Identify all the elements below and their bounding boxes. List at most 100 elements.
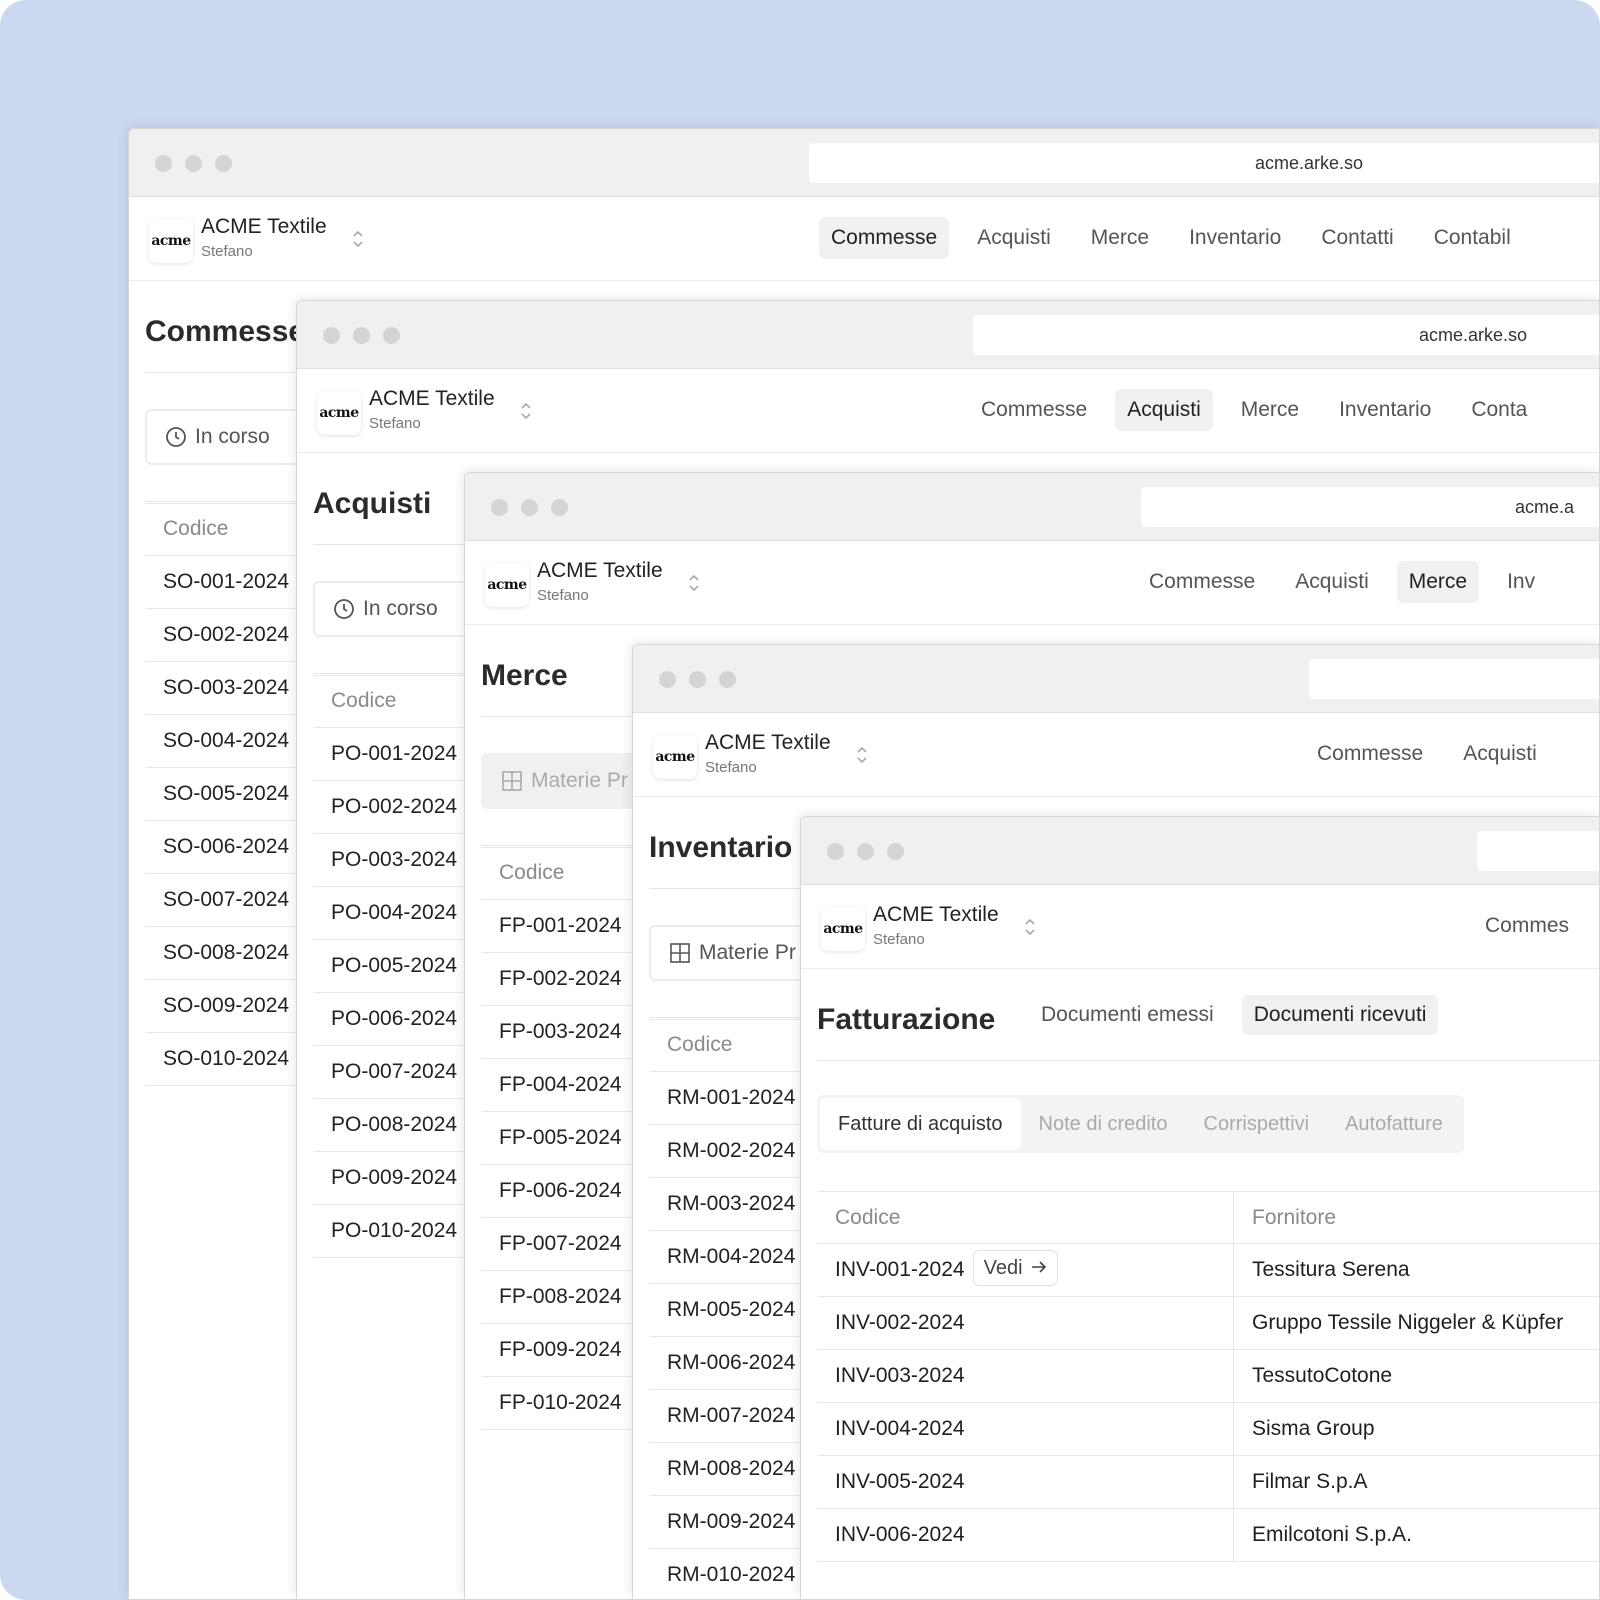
invoice-code-cell: INV-002-2024 (817, 1297, 1234, 1350)
segment-corrispettivi[interactable]: Corrispettivi (1186, 1098, 1328, 1150)
column-header-codice[interactable]: Codice (667, 1033, 732, 1057)
nav-item-contatti[interactable]: Contatti (1309, 217, 1405, 259)
invoice-code-cell: INV-005-2024 (817, 1456, 1234, 1509)
table-row[interactable]: INV-005-2024 Filmar S.p.A (817, 1456, 1599, 1509)
maximize-dot[interactable] (551, 499, 568, 516)
nav-item-commesse[interactable]: Commesse (1305, 733, 1435, 775)
close-dot[interactable] (155, 155, 172, 172)
nav-item-commesse[interactable]: Commesse (819, 217, 950, 259)
segment-note-di-credito[interactable]: Note di credito (1021, 1098, 1186, 1150)
app-header: acme ACME Textile Stefano Commesse Acquisti M… (465, 541, 1599, 625)
table-row[interactable]: INV-002-2024 Gruppo Tessile Niggeler & Kü… (817, 1297, 1599, 1350)
window-chrome (801, 817, 1599, 885)
maximize-dot[interactable] (383, 327, 400, 344)
page-title: Inventario (649, 831, 793, 864)
minimize-dot[interactable] (353, 327, 370, 344)
chevron-updown-icon[interactable] (687, 571, 701, 595)
tab-documenti-ricevuti[interactable]: Documenti ricevuti (1241, 995, 1439, 1035)
supplier-cell: Gruppo Tessile Niggeler & Küpfer (1252, 1311, 1564, 1334)
nav-item-merce[interactable]: Merce (1396, 561, 1480, 603)
close-dot[interactable] (659, 671, 676, 688)
chevron-updown-icon[interactable] (351, 227, 365, 251)
segment-autofatture[interactable]: Autofatture (1327, 1098, 1461, 1150)
supplier-cell: TessutoCotone (1252, 1364, 1393, 1387)
address-bar[interactable] (1477, 831, 1599, 871)
chevron-updown-icon[interactable] (519, 399, 533, 423)
nav-item-acquisti[interactable]: Acquisti (1115, 389, 1213, 431)
column-header-codice[interactable]: Codice (331, 689, 396, 713)
table-header: Codice Fornitore (817, 1191, 1599, 1245)
column-header-codice[interactable]: Codice (163, 517, 228, 541)
supplier-cell: Tessitura Serena (1252, 1258, 1410, 1281)
grid-icon (501, 770, 523, 792)
nav-item-contabil[interactable]: Contabil (1422, 217, 1523, 259)
column-header-codice[interactable]: Codice (817, 1192, 1234, 1245)
app-header: acme ACME Textile Stefano Commesse Acquisti M… (297, 369, 1599, 453)
minimize-dot[interactable] (689, 671, 706, 688)
table-row[interactable]: INV-006-2024 Emilcotoni S.p.A. (817, 1509, 1599, 1562)
supplier-cell: Emilcotoni S.p.A. (1252, 1523, 1412, 1546)
browser-window-5: acme ACME Textile Stefano Commes Fatturazion… (800, 816, 1600, 1600)
table-row[interactable]: INV-003-2024 TessutoCotone (817, 1350, 1599, 1403)
page-title: Commesse (145, 315, 306, 348)
nav-item-commesse[interactable]: Commesse (969, 389, 1099, 431)
close-dot[interactable] (827, 843, 844, 860)
chevron-updown-icon[interactable] (1023, 915, 1037, 939)
column-header-codice[interactable]: Codice (499, 861, 564, 885)
nav-item-commesse[interactable]: Commesse (1137, 561, 1267, 603)
clock-icon (333, 598, 355, 620)
company-name[interactable]: ACME Textile (705, 731, 831, 755)
nav-item-commes[interactable]: Commes (1473, 905, 1581, 947)
minimize-dot[interactable] (857, 843, 874, 860)
chevron-updown-icon[interactable] (855, 743, 869, 767)
window-chrome: acme.arke.so (297, 301, 1599, 369)
view-button[interactable]: Vedi (972, 1250, 1058, 1287)
page-title: Acquisti (313, 487, 432, 520)
maximize-dot[interactable] (215, 155, 232, 172)
invoice-code-cell: INV-001-2024 Vedi (817, 1244, 1234, 1297)
nav-item-conta[interactable]: Conta (1459, 389, 1539, 431)
minimize-dot[interactable] (521, 499, 538, 516)
company-logo: acme (821, 907, 865, 951)
document-tabs: Documenti emessi Documenti ricevuti (1029, 995, 1439, 1035)
filter-label: Materie Pr (699, 941, 796, 964)
main-nav: Commesse Acquisti (1305, 733, 1549, 775)
nav-item-merce[interactable]: Merce (1229, 389, 1311, 431)
company-name[interactable]: ACME Textile (369, 387, 495, 411)
company-name[interactable]: ACME Textile (873, 903, 999, 927)
close-dot[interactable] (323, 327, 340, 344)
address-bar[interactable]: acme.arke.so (809, 143, 1599, 183)
segment-fatture-di-acquisto[interactable]: Fatture di acquisto (820, 1098, 1021, 1150)
nav-item-inventario[interactable]: Inventario (1177, 217, 1293, 259)
address-bar[interactable]: acme.arke.so (973, 315, 1599, 355)
nav-item-acquisti[interactable]: Acquisti (1451, 733, 1549, 775)
clock-icon (165, 426, 187, 448)
column-header-fornitore[interactable]: Fornitore (1234, 1192, 1336, 1245)
maximize-dot[interactable] (887, 843, 904, 860)
filter-label: In corso (195, 425, 270, 448)
nav-item-acquisti[interactable]: Acquisti (1283, 561, 1381, 603)
company-name[interactable]: ACME Textile (537, 559, 663, 583)
table-row[interactable]: INV-001-2024 Vedi Tessitura Serena (817, 1244, 1599, 1297)
main-nav: Commesse Acquisti Merce Inventario Conta (969, 389, 1539, 431)
main-nav: Commes (1473, 905, 1581, 947)
close-dot[interactable] (491, 499, 508, 516)
address-bar[interactable] (1309, 659, 1599, 699)
window-chrome (633, 645, 1599, 713)
table-row[interactable]: INV-004-2024 Sisma Group (817, 1403, 1599, 1456)
nav-item-merce[interactable]: Merce (1079, 217, 1161, 259)
nav-item-inv[interactable]: Inv (1495, 561, 1547, 603)
nav-item-inventario[interactable]: Inventario (1327, 389, 1443, 431)
supplier-cell: Sisma Group (1252, 1417, 1375, 1440)
minimize-dot[interactable] (185, 155, 202, 172)
maximize-dot[interactable] (719, 671, 736, 688)
tab-documenti-emessi[interactable]: Documenti emessi (1029, 995, 1226, 1035)
company-name[interactable]: ACME Textile (201, 215, 327, 239)
filter-label: In corso (363, 597, 438, 620)
nav-item-acquisti[interactable]: Acquisti (965, 217, 1063, 259)
address-bar[interactable]: acme.a (1141, 487, 1599, 527)
supplier-cell: Filmar S.p.A (1252, 1470, 1368, 1493)
arrow-right-icon (1031, 1251, 1047, 1285)
invoice-code: INV-001-2024 (835, 1258, 965, 1281)
invoice-table: Codice Fornitore INV-001-2024 Vedi Tessitura… (817, 1191, 1599, 1562)
